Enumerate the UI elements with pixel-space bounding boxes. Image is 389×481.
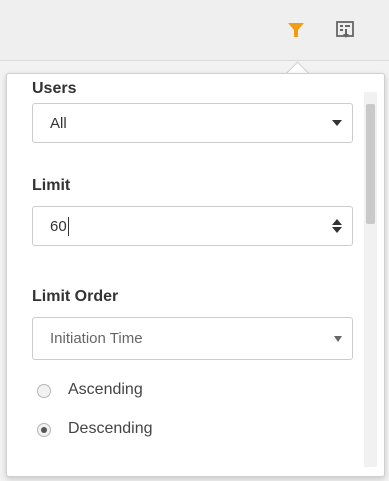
panel-scrollbar[interactable] (364, 92, 377, 467)
filter-panel: Users All Limit 60 Limit Order Initiatio… (6, 73, 385, 477)
chevron-down-icon (330, 116, 344, 135)
limit-order-select[interactable]: Initiation Time (32, 317, 353, 360)
users-select-value: All (50, 115, 67, 132)
limit-order-select-value: Initiation Time (50, 330, 143, 347)
descending-label: Descending (68, 420, 153, 437)
users-select[interactable]: All (32, 103, 353, 143)
filter-icon[interactable] (284, 18, 308, 42)
users-label: Users (32, 80, 77, 97)
scrollbar-thumb[interactable] (366, 104, 375, 224)
text-cursor (68, 217, 69, 236)
chevron-down-icon (332, 332, 344, 350)
ascending-label: Ascending (68, 381, 143, 398)
limit-label: Limit (32, 177, 71, 194)
spinner-icon[interactable] (330, 217, 344, 240)
limit-input[interactable]: 60 (32, 206, 353, 246)
export-icon[interactable] (333, 18, 357, 42)
limit-input-value: 60 (50, 218, 67, 235)
toolbar (0, 0, 389, 61)
limit-order-label: Limit Order (32, 288, 119, 305)
radio-button[interactable] (37, 384, 51, 398)
radio-button[interactable] (37, 423, 51, 437)
